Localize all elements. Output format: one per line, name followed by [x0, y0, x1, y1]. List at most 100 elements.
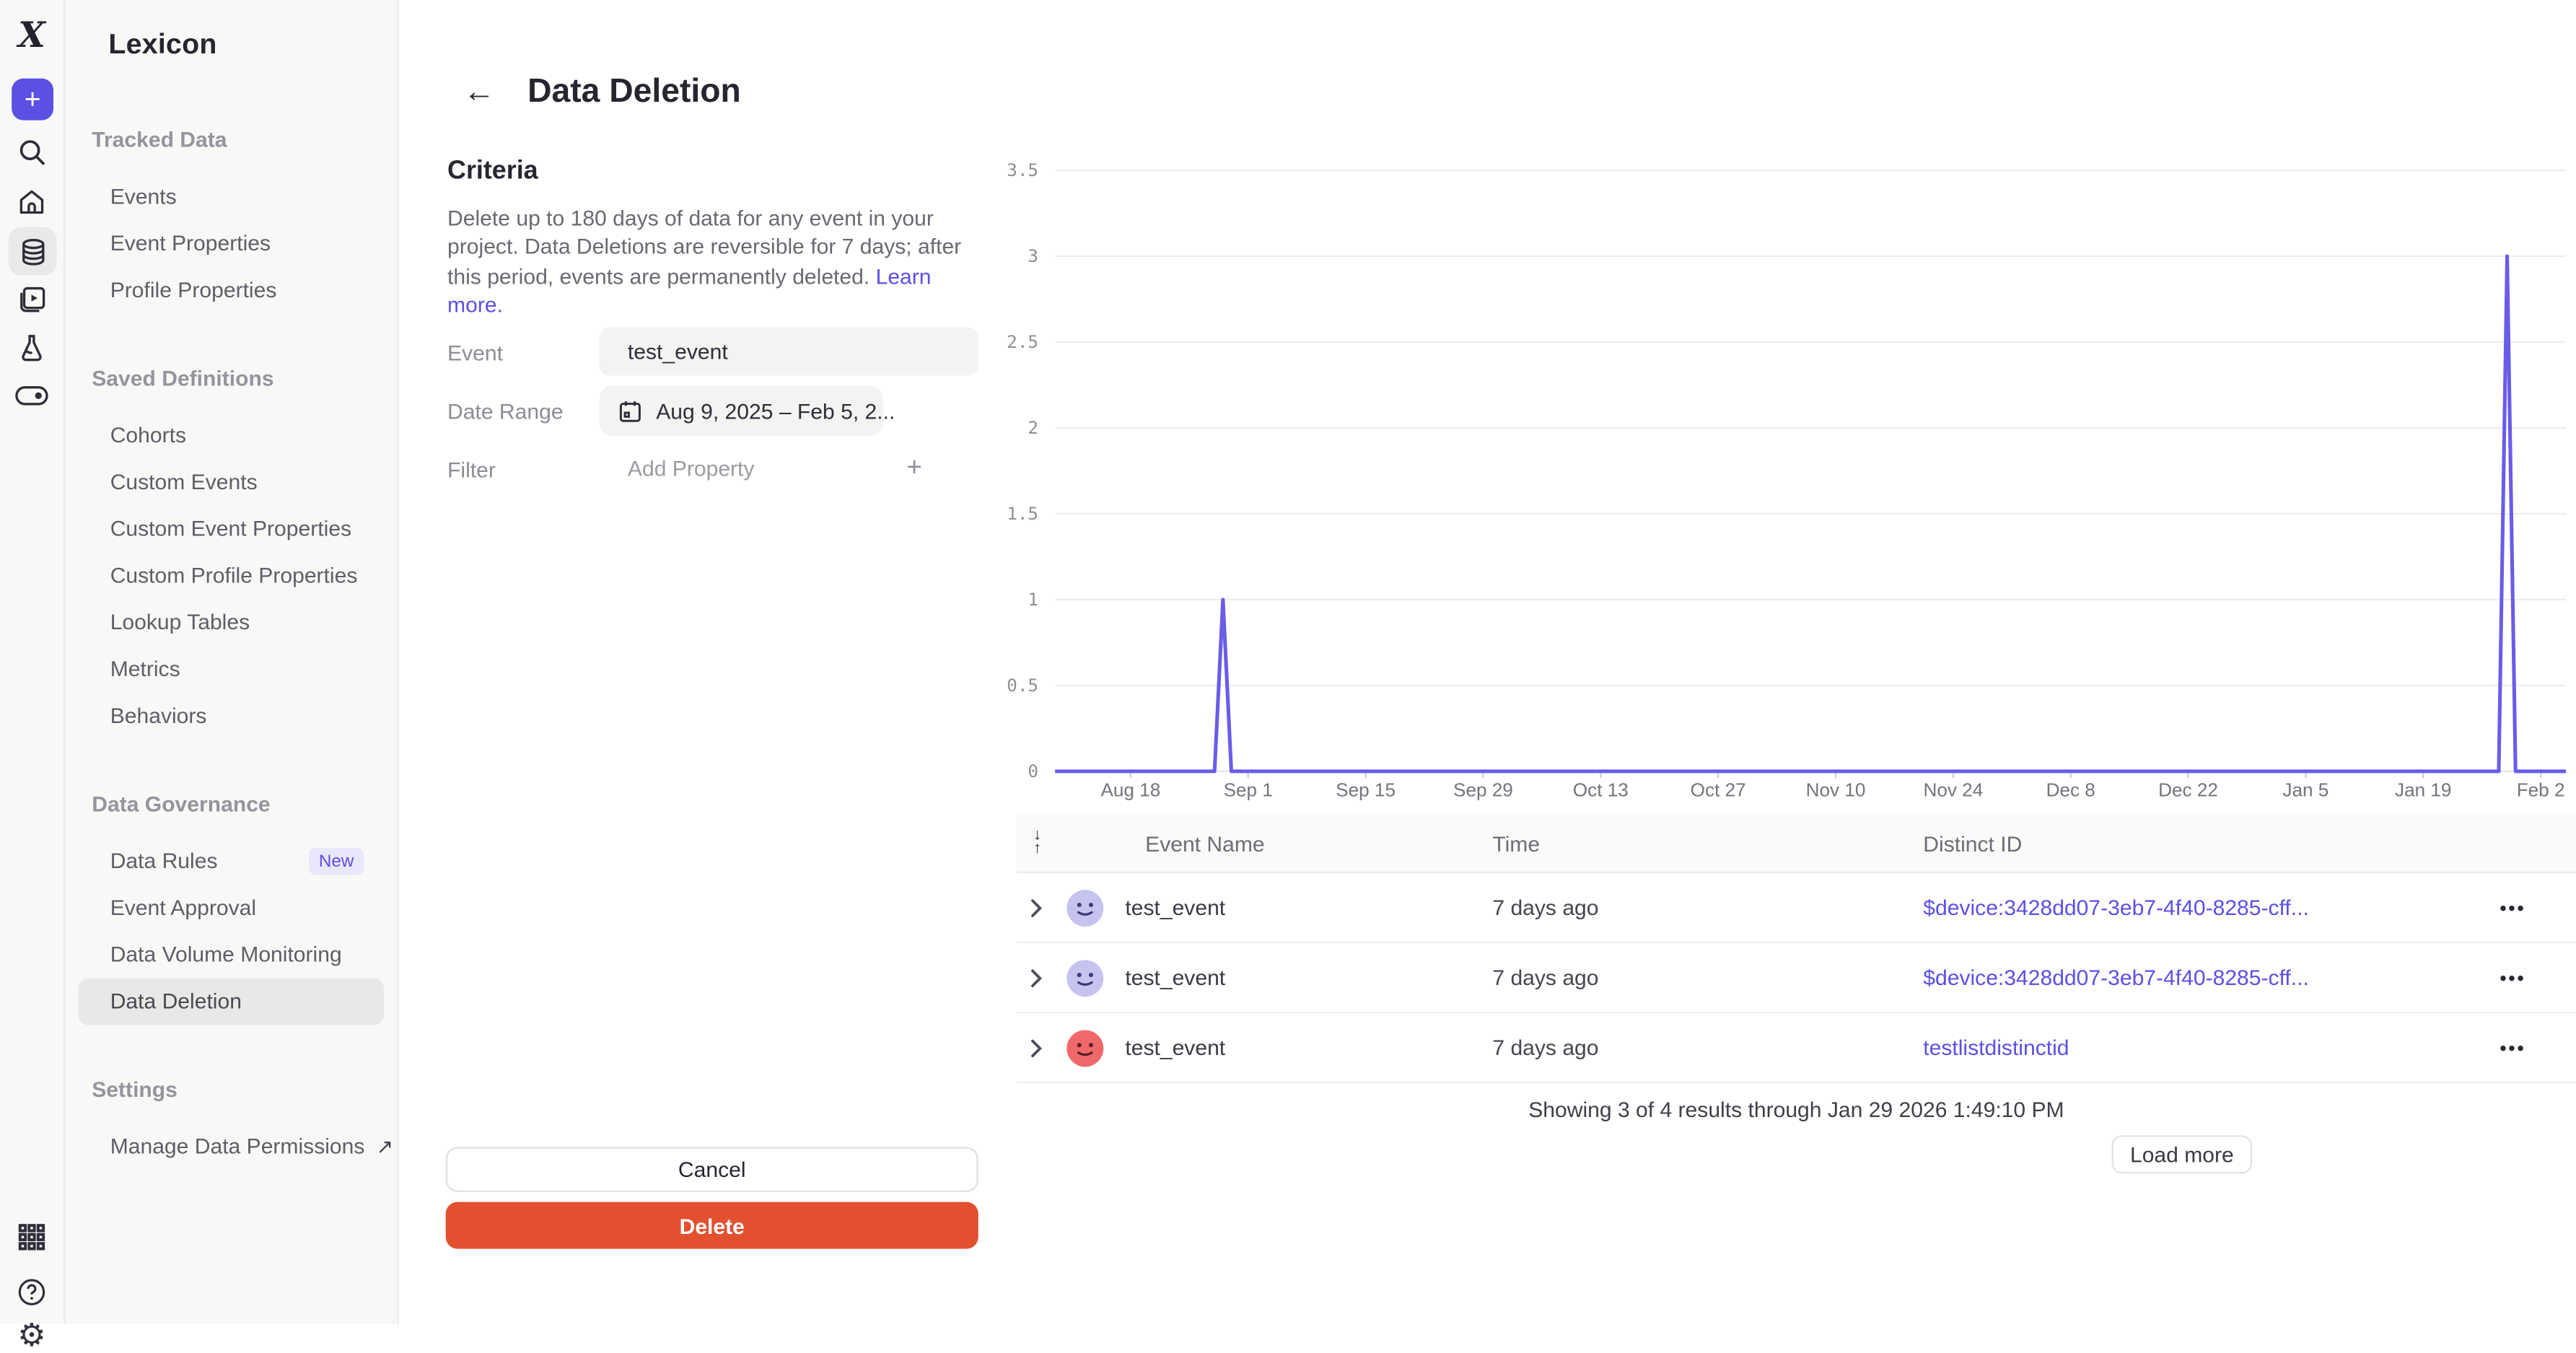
sidebar-item-label: Cohorts: [110, 412, 186, 459]
sidebar-item-label: Custom Events: [110, 459, 258, 506]
sidebar-item-label: Custom Profile Properties: [110, 553, 358, 600]
sidebar-item-custom-event-properties[interactable]: Custom Event Properties: [79, 506, 384, 553]
lexicon-sidebar: Lexicon Tracked Data EventsEvent Properti…: [65, 0, 399, 1323]
sidebar-item-event-approval[interactable]: Event Approval: [79, 885, 384, 932]
data-deletion-page: ← Data Deletion Criteria Delete up to 18…: [400, 0, 2576, 1323]
distinct-id-link[interactable]: $device:3428dd07-3eb7-4f40-8285-cff...: [1923, 895, 2309, 920]
sidebar-item-label: Event Properties: [110, 220, 271, 267]
sidebar-item-custom-events[interactable]: Custom Events: [79, 459, 384, 506]
sidebar-item-events[interactable]: Events: [79, 174, 384, 221]
event-field-label: Event: [447, 341, 503, 366]
event-volume-chart: 00.511.522.533.5Aug 18Sep 1Sep 15Sep 29O…: [989, 157, 2570, 811]
svg-text:2: 2: [1028, 417, 1038, 438]
row-expand-chevron-icon[interactable]: [1017, 968, 1066, 988]
sidebar-section-label: Tracked Data: [65, 117, 397, 164]
cell-distinct-id: $device:3428dd07-3eb7-4f40-8285-cff...: [1923, 965, 2500, 990]
calendar-icon: [618, 398, 643, 424]
delete-button[interactable]: Delete: [446, 1202, 978, 1249]
svg-text:Sep 29: Sep 29: [1453, 779, 1513, 801]
svg-text:Sep 15: Sep 15: [1336, 779, 1396, 801]
boards-icon[interactable]: [15, 282, 48, 315]
trend-line-chart: 00.511.522.533.5Aug 18Sep 1Sep 15Sep 29O…: [989, 157, 2570, 811]
app-root: X + ⚙ Lexicon Tracked DataEv: [0, 0, 2576, 1323]
settings-gear-icon[interactable]: ⚙: [15, 1319, 48, 1352]
table-header: ↓↑ Event Name Time Distinct ID: [1017, 815, 2576, 873]
cell-event-name: test_event: [1103, 965, 1492, 990]
svg-text:0.5: 0.5: [1007, 675, 1038, 696]
feature-flag-toggle-icon[interactable]: [15, 379, 48, 412]
user-avatar: [1066, 889, 1103, 926]
sidebar-item-label: Custom Event Properties: [110, 506, 351, 553]
external-link-icon: ↗: [377, 1124, 393, 1170]
lexicon-database-icon[interactable]: [9, 227, 57, 276]
sidebar-item-label: Metrics: [110, 646, 180, 693]
row-menu-ellipsis-icon[interactable]: •••: [2500, 1036, 2576, 1059]
criteria-heading: Criteria: [447, 157, 538, 187]
help-icon[interactable]: [15, 1276, 48, 1309]
row-menu-ellipsis-icon[interactable]: •••: [2500, 896, 2576, 919]
svg-text:Nov 10: Nov 10: [1806, 779, 1866, 801]
svg-text:Feb 2: Feb 2: [2517, 779, 2565, 801]
search-icon[interactable]: [15, 135, 48, 168]
svg-text:1: 1: [1028, 589, 1038, 610]
experiments-flask-icon[interactable]: [15, 330, 48, 364]
svg-text:Jan 5: Jan 5: [2282, 779, 2329, 801]
svg-text:Nov 24: Nov 24: [1923, 779, 1983, 801]
svg-text:Aug 18: Aug 18: [1100, 779, 1160, 801]
svg-text:Oct 27: Oct 27: [1691, 779, 1746, 801]
mixpanel-logo-icon[interactable]: X: [15, 17, 48, 50]
home-icon[interactable]: [15, 185, 48, 219]
page-title: Data Deletion: [527, 74, 741, 112]
table-row[interactable]: test_event7 days ago$device:3428dd07-3eb…: [1017, 943, 2576, 1013]
sidebar-item-data-rules[interactable]: Data RulesNew: [79, 838, 384, 885]
svg-text:Oct 13: Oct 13: [1573, 779, 1629, 801]
event-select[interactable]: test_event: [600, 327, 978, 375]
load-more-button[interactable]: Load more: [2112, 1135, 2252, 1173]
sidebar-item-cohorts[interactable]: Cohorts: [79, 412, 384, 459]
sort-updown-icon[interactable]: ↓↑: [1017, 830, 1066, 857]
cell-distinct-id: $device:3428dd07-3eb7-4f40-8285-cff...: [1923, 895, 2500, 920]
row-expand-chevron-icon[interactable]: [1017, 898, 1066, 918]
svg-text:0: 0: [1028, 761, 1038, 781]
distinct-id-link[interactable]: $device:3428dd07-3eb7-4f40-8285-cff...: [1923, 965, 2309, 990]
sidebar-item-behaviors[interactable]: Behaviors: [79, 693, 384, 740]
date-range-field-label: Date Range: [447, 399, 564, 424]
cell-time: 7 days ago: [1492, 965, 1923, 990]
cell-distinct-id: testlistdistinctid: [1923, 1035, 2500, 1060]
sidebar-title: Lexicon: [108, 28, 397, 61]
add-property-plus-icon[interactable]: +: [906, 451, 922, 488]
sidebar-item-label: Behaviors: [110, 693, 207, 740]
table-row[interactable]: test_event7 days agotestlistdistinctid••…: [1017, 1013, 2576, 1083]
sidebar-item-event-properties[interactable]: Event Properties: [79, 220, 384, 267]
date-range-picker[interactable]: Aug 9, 2025 – Feb 5, 2...: [600, 385, 883, 435]
apps-grid-icon[interactable]: [15, 1220, 48, 1253]
sidebar-item-metrics[interactable]: Metrics: [79, 646, 384, 693]
sidebar-item-lookup-tables[interactable]: Lookup Tables: [79, 600, 384, 647]
sidebar-item-data-volume-monitoring[interactable]: Data Volume Monitoring: [79, 932, 384, 978]
create-plus-icon[interactable]: +: [12, 79, 53, 121]
sidebar-item-manage-data-permissions[interactable]: Manage Data Permissions↗: [79, 1124, 384, 1170]
new-badge: New: [309, 848, 364, 875]
sidebar-section-label: Settings: [65, 1067, 397, 1113]
sidebar-item-label: Manage Data Permissions: [110, 1124, 365, 1170]
add-property-button[interactable]: Add Property: [628, 451, 755, 488]
cell-event-name: test_event: [1103, 1035, 1492, 1060]
table-row[interactable]: test_event7 days ago$device:3428dd07-3eb…: [1017, 873, 2576, 943]
sidebar-item-label: Profile Properties: [110, 267, 277, 314]
cancel-button[interactable]: Cancel: [446, 1147, 978, 1191]
svg-text:1.5: 1.5: [1007, 503, 1038, 524]
column-header-distinct-id: Distinct ID: [1923, 831, 2576, 856]
column-header-time: Time: [1492, 831, 1923, 856]
sidebar-section-label: Saved Definitions: [65, 356, 397, 403]
distinct-id-link[interactable]: testlistdistinctid: [1923, 1035, 2069, 1060]
sidebar-item-custom-profile-properties[interactable]: Custom Profile Properties: [79, 553, 384, 600]
filter-field-label: Filter: [447, 457, 496, 483]
sidebar-item-label: Event Approval: [110, 885, 256, 932]
sidebar-item-profile-properties[interactable]: Profile Properties: [79, 267, 384, 314]
results-summary: Showing 3 of 4 results through Jan 29 20…: [1017, 1097, 2576, 1122]
back-arrow-icon[interactable]: ←: [457, 71, 501, 115]
row-expand-chevron-icon[interactable]: [1017, 1038, 1066, 1058]
sidebar-item-data-deletion[interactable]: Data Deletion: [79, 978, 384, 1025]
svg-text:Jan 19: Jan 19: [2395, 779, 2451, 801]
row-menu-ellipsis-icon[interactable]: •••: [2500, 966, 2576, 989]
